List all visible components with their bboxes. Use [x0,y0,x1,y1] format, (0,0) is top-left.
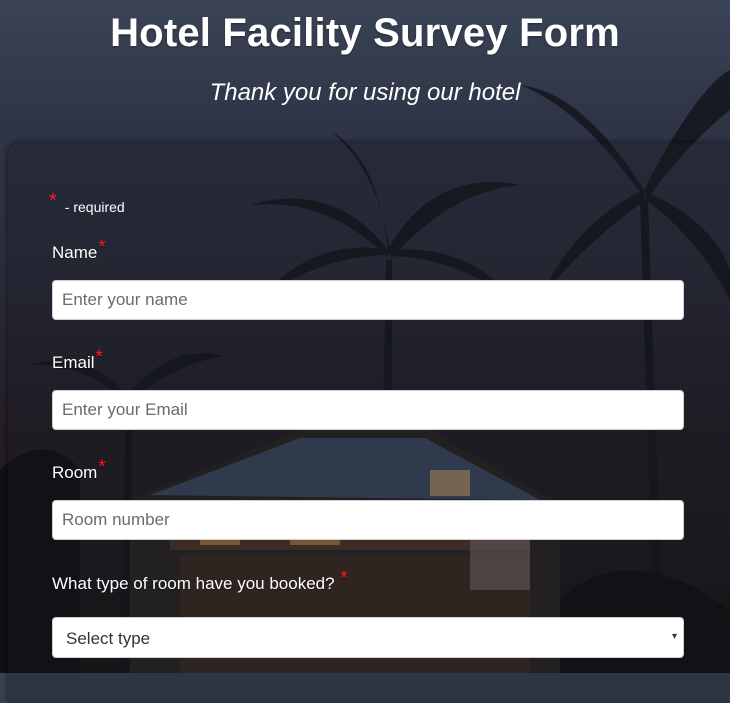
room-label-text: Room [52,463,98,482]
room-input[interactable] [52,500,684,540]
page-subtitle: Thank you for using our hotel [209,79,521,106]
email-required-star: * [95,347,103,368]
room-required-star: * [98,457,106,478]
name-label: Name* [52,237,106,264]
email-label-text: Email [52,353,95,372]
room-type-required-star: * [340,568,348,589]
required-note-text: - required [64,199,125,215]
room-type-label-text: What type of room have you booked? [52,574,335,593]
name-label-text: Name [52,243,98,262]
name-required-star: * [98,237,106,258]
email-input[interactable] [52,390,684,430]
required-note: * - required [49,190,125,215]
name-input[interactable] [52,280,684,320]
chevron-down-icon: ▾ [671,631,677,642]
email-label: Email* [52,347,103,374]
required-star: * [49,190,57,212]
room-type-selected-value: Select type [66,629,151,648]
room-label: Room* [52,457,106,484]
page-title: Hotel Facility Survey Form [110,11,620,55]
room-type-select[interactable]: Select type ▾ [52,617,684,658]
room-type-label: What type of room have you booked? * [52,568,348,595]
